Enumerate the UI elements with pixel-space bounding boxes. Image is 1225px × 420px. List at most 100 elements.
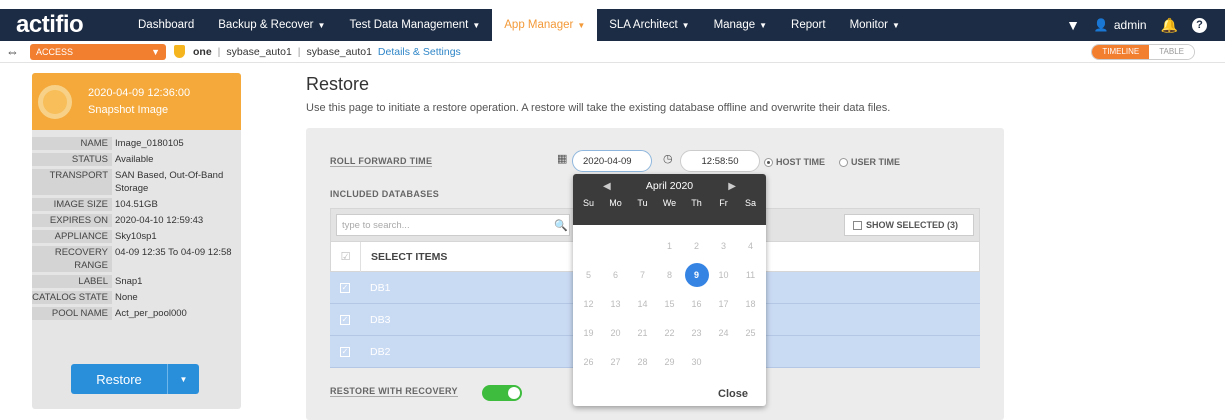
calendar-day[interactable]: 30	[683, 357, 710, 367]
calendar-day[interactable]: 20	[602, 328, 629, 338]
snapshot-ring-icon	[38, 84, 72, 119]
nav-item-manage[interactable]: Manage ▼	[702, 9, 779, 41]
calendar-day[interactable]: 2	[683, 241, 710, 251]
property-row: CATALOG STATE None	[32, 291, 241, 304]
nav-item-test-data-management[interactable]: Test Data Management ▼	[337, 9, 492, 41]
user-icon: 👤	[1093, 18, 1109, 32]
calendar-day[interactable]: 29	[656, 357, 683, 367]
calendar-day[interactable]: 6	[602, 270, 629, 280]
property-row: LABEL Snap1	[32, 275, 241, 288]
clock-icon[interactable]: ◷	[663, 152, 673, 165]
calendar-week: 5 6 7 8 9 10 11	[575, 260, 764, 289]
nav-item-label: Manage	[713, 19, 756, 31]
breadcrumb-host: one	[193, 45, 212, 58]
search-icon[interactable]: 🔍	[554, 219, 568, 232]
database-search-input[interactable]: type to search...	[336, 214, 570, 236]
property-value: Available	[115, 154, 154, 165]
property-value: 04-09 12:35 To 04-09 12:58	[115, 247, 232, 258]
calendar-day[interactable]: 22	[656, 328, 683, 338]
show-selected-checkbox[interactable]: SHOW SELECTED (3)	[844, 214, 974, 236]
swap-arrows-icon[interactable]: ⇔	[6, 44, 24, 59]
chevron-down-icon: ▼	[681, 20, 690, 30]
row-checkbox[interactable]: ✓	[330, 346, 360, 357]
calendar-icon[interactable]: ▦	[557, 152, 567, 165]
chevron-down-icon: ▼	[759, 20, 768, 30]
chevron-down-icon: ▼	[151, 46, 160, 57]
calendar-day[interactable]: 11	[737, 270, 764, 280]
calendar-day[interactable]: 23	[683, 328, 710, 338]
calendar-day[interactable]: 19	[575, 328, 602, 338]
nav-item-label: Dashboard	[138, 19, 195, 31]
help-icon[interactable]: ?	[1192, 17, 1207, 33]
view-toggle: TIMELINE TABLE	[1091, 43, 1195, 60]
restore-options-button[interactable]: ▼	[167, 364, 199, 394]
snapshot-properties: NAME Image_0180105 STATUS Available TRANSPOR…	[32, 137, 241, 320]
user-menu[interactable]: 👤 admin	[1094, 18, 1147, 32]
calendar-day[interactable]: 15	[656, 299, 683, 309]
nav-item-dashboard[interactable]: Dashboard	[126, 9, 206, 41]
context-bar: ⇔ ACCESS ▼ one | sybase_auto1 | sybase_a…	[0, 41, 1225, 63]
calendar-day[interactable]: 5	[575, 270, 602, 280]
calendar-day[interactable]: 24	[710, 328, 737, 338]
calendar-day[interactable]: 28	[629, 357, 656, 367]
details-settings-link[interactable]: Details & Settings	[378, 46, 461, 58]
calendar-day[interactable]: 16	[683, 299, 710, 309]
filter-icon[interactable]: ▼	[1066, 17, 1080, 33]
select-all-checkbox[interactable]: ☑	[331, 241, 361, 272]
calendar-day[interactable]: 8	[656, 270, 683, 280]
calendar-day[interactable]: 18	[737, 299, 764, 309]
date-input[interactable]: 2020-04-09	[572, 150, 652, 172]
nav-item-label: App Manager	[504, 19, 574, 31]
nav-item-label: Monitor	[849, 19, 888, 31]
restore-button[interactable]: Restore	[71, 364, 167, 394]
snapshot-datetime: 2020-04-09 12:36:00	[88, 86, 191, 99]
property-row: POOL NAME Act_per_pool000	[32, 307, 241, 320]
time-input[interactable]: 12:58:50	[680, 150, 760, 172]
access-dropdown[interactable]: ACCESS ▼	[30, 43, 166, 60]
calendar-day[interactable]: 12	[575, 299, 602, 309]
calendar-day[interactable]: 1	[656, 241, 683, 251]
calendar-day[interactable]: 25	[737, 328, 764, 338]
calendar-day[interactable]: 21	[629, 328, 656, 338]
breadcrumb: one | sybase_auto1 | sybase_auto1 Detail…	[193, 45, 461, 58]
calendar-day-selected[interactable]: 9	[683, 262, 710, 287]
calendar-month-label: April 2020	[645, 180, 694, 192]
calendar-day[interactable]: 7	[629, 270, 656, 280]
property-key: STATUS	[32, 153, 112, 166]
user-name: admin	[1113, 18, 1147, 32]
calendar-week: 12 13 14 15 16 17 18	[575, 289, 764, 318]
bell-icon[interactable]: 🔔	[1161, 17, 1178, 34]
calendar-close-button[interactable]: Close	[718, 388, 748, 400]
user-time-radio[interactable]: USER TIME	[839, 157, 900, 167]
weekday-label: Tu	[637, 198, 648, 208]
nav-item-report[interactable]: Report	[779, 9, 838, 41]
timeline-view-button[interactable]: TIMELINE	[1092, 44, 1150, 59]
property-key: RECOVERY RANGE	[32, 246, 112, 272]
calendar-day[interactable]: 13	[602, 299, 629, 309]
next-month-icon[interactable]: ▶	[728, 181, 736, 192]
calendar-day[interactable]: 26	[575, 357, 602, 367]
nav-item-app-manager[interactable]: App Manager ▼	[492, 9, 598, 41]
property-value: Snap1	[115, 276, 143, 287]
nav-item-backup-recover[interactable]: Backup & Recover ▼	[206, 9, 337, 41]
weekday-label: Sa	[744, 198, 756, 208]
select-items-header: SELECT ITEMS	[371, 250, 448, 263]
nav-item-sla-architect[interactable]: SLA Architect ▼	[597, 9, 701, 41]
table-view-button[interactable]: TABLE	[1149, 44, 1194, 59]
actifio-logo[interactable]: actifio	[16, 9, 126, 41]
checkbox	[853, 220, 862, 230]
calendar-day-number: 9	[684, 262, 709, 287]
calendar-day[interactable]: 27	[602, 357, 629, 367]
calendar-day[interactable]: 17	[710, 299, 737, 309]
calendar-day[interactable]: 14	[629, 299, 656, 309]
restore-with-recovery-toggle[interactable]	[482, 385, 522, 401]
calendar-day[interactable]: 10	[710, 270, 737, 280]
host-time-radio[interactable]: HOST TIME	[764, 157, 825, 167]
calendar-day[interactable]: 4	[737, 241, 764, 251]
prev-month-icon[interactable]: ◀	[603, 181, 611, 192]
row-checkbox[interactable]: ✓	[330, 282, 360, 293]
calendar-day[interactable]: 3	[710, 241, 737, 251]
nav-item-monitor[interactable]: Monitor ▼	[838, 9, 912, 41]
property-key: CATALOG STATE	[32, 291, 112, 304]
row-checkbox[interactable]: ✓	[330, 314, 360, 325]
